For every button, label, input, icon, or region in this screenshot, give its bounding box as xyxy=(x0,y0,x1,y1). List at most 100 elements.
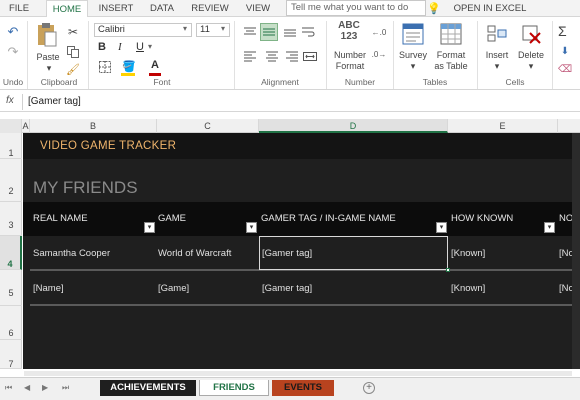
number-format-123-text[interactable]: 123 xyxy=(334,32,364,42)
paste-label[interactable]: Paste xyxy=(34,52,62,62)
header-gamer-tag[interactable]: GAMER TAG / IN-GAME NAME xyxy=(261,213,396,224)
tab-review[interactable]: REVIEW xyxy=(188,0,232,17)
cut-icon[interactable]: ✂ xyxy=(66,25,80,39)
bold-button[interactable]: B xyxy=(98,41,106,53)
sheet-tab-events[interactable]: EVENTS xyxy=(272,380,334,396)
merge-center-icon[interactable] xyxy=(302,49,318,63)
align-middle-icon[interactable] xyxy=(260,23,278,41)
filter-dropdown-how-known[interactable]: ▾ xyxy=(544,222,555,233)
survey-dropdown-icon[interactable]: ▾ xyxy=(406,61,420,71)
tell-me-input[interactable]: Tell me what you want to do xyxy=(286,0,426,16)
align-center-icon[interactable] xyxy=(264,49,280,63)
prev-sheet-icon[interactable]: ◀ xyxy=(24,383,30,392)
formula-input[interactable]: [Gamer tag] xyxy=(28,96,81,107)
insert-cells-icon[interactable] xyxy=(486,23,508,45)
tab-data[interactable]: DATA xyxy=(144,0,180,17)
number-format-abc-text[interactable]: ABC xyxy=(334,21,364,31)
cell-real-name[interactable]: [Name] xyxy=(33,283,64,294)
column-header-a[interactable]: A xyxy=(22,119,30,133)
open-in-excel-button[interactable]: OPEN IN EXCEL xyxy=(448,0,532,17)
filter-dropdown-game[interactable]: ▾ xyxy=(246,222,257,233)
font-color-button[interactable]: A xyxy=(151,59,159,71)
header-real-name[interactable]: REAL NAME xyxy=(33,213,88,224)
cell-game[interactable]: World of Warcraft xyxy=(158,248,231,259)
tab-home[interactable]: HOME xyxy=(46,0,88,18)
font-name-select[interactable]: Calibri xyxy=(94,23,192,37)
align-right-icon[interactable] xyxy=(284,49,300,63)
header-how-known[interactable]: HOW KNOWN xyxy=(451,213,513,224)
align-left-icon[interactable] xyxy=(242,49,258,63)
cell-game[interactable]: [Game] xyxy=(158,283,189,294)
format-painter-icon[interactable]: 🖌 xyxy=(66,63,80,76)
increase-decimal-icon[interactable]: ←.0 xyxy=(372,25,387,39)
fill-down-icon[interactable]: ⬇ xyxy=(558,45,572,57)
italic-button[interactable]: I xyxy=(118,41,122,53)
undo-group-label: Undo xyxy=(2,77,24,87)
clear-icon[interactable]: ⌫ xyxy=(558,63,572,75)
fill-color-icon[interactable]: 🪣 xyxy=(122,59,136,73)
row-header-1[interactable]: 1 xyxy=(0,133,22,159)
row-header-5[interactable]: 5 xyxy=(0,270,22,306)
survey-icon[interactable] xyxy=(402,23,424,45)
format-as-table-label-2[interactable]: as Table xyxy=(428,61,474,71)
row-header-3[interactable]: 3 xyxy=(0,202,22,236)
sheet-tab-friends[interactable]: FRIENDS xyxy=(199,380,269,396)
tab-view[interactable]: VIEW xyxy=(240,0,276,17)
column-header-c[interactable]: C xyxy=(157,119,259,133)
row-header-4[interactable]: 4 xyxy=(0,236,22,270)
undo-icon[interactable]: ↶ xyxy=(6,24,20,39)
paste-dropdown-icon[interactable]: ▾ xyxy=(44,63,54,73)
cell-how-known[interactable]: [Known] xyxy=(451,248,485,259)
cell-real-name[interactable]: Samantha Cooper xyxy=(33,248,110,259)
first-sheet-icon[interactable]: ⏮ xyxy=(5,383,12,393)
column-header-e[interactable]: E xyxy=(448,119,558,133)
paste-icon[interactable] xyxy=(36,22,58,48)
align-bottom-icon[interactable] xyxy=(282,25,298,39)
tab-file[interactable]: FILE xyxy=(4,0,34,17)
align-top-icon[interactable] xyxy=(242,25,258,39)
autosum-icon[interactable]: Σ xyxy=(558,23,567,39)
filter-dropdown-real-name[interactable]: ▾ xyxy=(144,222,155,233)
sheet-title[interactable]: VIDEO GAME TRACKER xyxy=(40,140,176,152)
vertical-scrollbar[interactable] xyxy=(572,133,580,369)
fill-handle[interactable] xyxy=(446,268,450,272)
filter-dropdown-gamer-tag[interactable]: ▾ xyxy=(436,222,447,233)
borders-icon[interactable] xyxy=(98,61,112,73)
row-header-6[interactable]: 6 xyxy=(0,306,22,340)
insert-label[interactable]: Insert xyxy=(480,50,514,60)
format-as-table-icon[interactable] xyxy=(440,23,462,45)
underline-dropdown-icon[interactable]: ▾ xyxy=(148,42,152,51)
delete-dropdown-icon[interactable]: ▾ xyxy=(524,61,538,71)
font-size-dropdown-icon[interactable]: ▾ xyxy=(221,24,225,33)
add-sheet-icon[interactable]: + xyxy=(363,382,375,394)
row-header-7[interactable]: 7 xyxy=(0,340,22,369)
font-group-label: Font xyxy=(153,77,171,87)
font-name-dropdown-icon[interactable]: ▾ xyxy=(183,24,187,33)
decrease-decimal-icon[interactable]: .0→ xyxy=(372,47,387,61)
horizontal-scrollbar[interactable] xyxy=(24,371,572,376)
row-header-2[interactable]: 2 xyxy=(0,159,22,202)
column-header-d[interactable]: D xyxy=(259,119,448,133)
tab-insert[interactable]: INSERT xyxy=(96,0,136,17)
insert-dropdown-icon[interactable]: ▾ xyxy=(490,61,504,71)
cell-how-known[interactable]: [Known] xyxy=(451,283,485,294)
delete-label[interactable]: Delete xyxy=(514,50,548,60)
select-all-corner[interactable] xyxy=(0,119,22,133)
sheet-subtitle[interactable]: MY FRIENDS xyxy=(33,178,138,198)
survey-label[interactable]: Survey xyxy=(396,50,430,60)
copy-icon[interactable] xyxy=(66,45,80,59)
redo-icon[interactable]: ↷ xyxy=(6,44,20,59)
header-game[interactable]: GAME xyxy=(158,213,186,224)
last-sheet-icon[interactable]: ⏭ xyxy=(62,383,69,393)
number-format-label-1[interactable]: Number xyxy=(328,50,372,60)
underline-button[interactable]: U xyxy=(136,41,144,53)
column-header-b[interactable]: B xyxy=(30,119,157,133)
cell-gamer-tag[interactable]: [Gamer tag] xyxy=(262,283,312,294)
number-format-label-2[interactable]: Format xyxy=(328,61,372,71)
wrap-text-icon[interactable] xyxy=(300,25,316,39)
format-as-table-label-1[interactable]: Format xyxy=(430,50,472,60)
active-cell-selection[interactable] xyxy=(259,236,448,270)
next-sheet-icon[interactable]: ▶ xyxy=(42,383,48,392)
delete-cells-icon[interactable] xyxy=(520,23,542,45)
sheet-tab-achievements[interactable]: ACHIEVEMENTS xyxy=(100,380,196,396)
